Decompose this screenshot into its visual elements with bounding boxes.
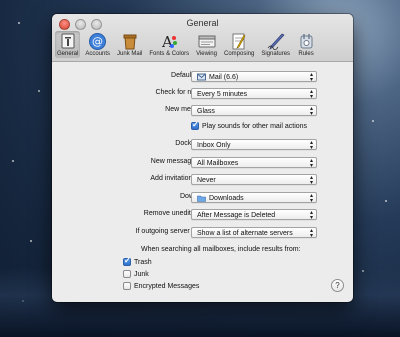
popup-arrows-icon: ▴ ▾	[309, 88, 313, 99]
general-icon	[59, 32, 77, 50]
search-include-heading: When searching all mailboxes, include re…	[141, 246, 301, 253]
add-invitations-popup[interactable]: Never ▴ ▾	[191, 174, 317, 185]
encrypted-check[interactable]	[123, 282, 131, 290]
new-message-notifications-row: New message notifications: All Mailboxes…	[52, 157, 353, 169]
tab-fonts-colors[interactable]: A Fonts & Colors	[147, 31, 191, 58]
search-trash-checkbox[interactable]: Trash	[123, 256, 152, 266]
check-new-messages-row: Check for new messages: Every 5 minutes …	[52, 88, 353, 100]
default-email-reader-popup[interactable]: Mail (6.6) ▴ ▾	[191, 71, 317, 82]
general-preferences-panel: Default email reader: Mail (6.6) ▴▾ Chec…	[52, 62, 353, 302]
popup-arrows-icon: ▴ ▾	[309, 209, 313, 220]
composing-icon	[230, 32, 248, 50]
play-sounds-checkbox[interactable]: Play sounds for other mail actions	[191, 120, 307, 130]
popup-arrows-icon: ▴ ▾	[309, 139, 313, 150]
title-bar: General General @ Accounts Junk Mail A F…	[52, 14, 353, 62]
outgoing-server-row: If outgoing server is unavailable: Show …	[52, 227, 353, 239]
dock-unread-count-popup[interactable]: Inbox Only ▴ ▾	[191, 139, 317, 150]
popup-arrows-icon: ▴ ▾	[309, 227, 313, 238]
tab-composing[interactable]: Composing	[222, 31, 256, 58]
popup-arrows-icon: ▴ ▾	[309, 105, 313, 116]
dock-unread-count-row: Dock unread count: Inbox Only ▴▾	[52, 139, 353, 151]
help-button[interactable]: ?	[331, 279, 344, 292]
add-invitations-row: Add invitations to Calendar: Never ▴▾	[52, 174, 353, 186]
mail-app-icon	[197, 73, 206, 81]
preferences-window: General General @ Accounts Junk Mail A F…	[52, 14, 353, 302]
tab-accounts[interactable]: @ Accounts	[83, 31, 112, 58]
check-new-messages-popup[interactable]: Every 5 minutes ▴ ▾	[191, 88, 317, 99]
rules-icon	[297, 32, 315, 50]
window-title: General	[186, 18, 219, 28]
tab-signatures[interactable]: Signatures	[259, 31, 292, 58]
play-sounds-check[interactable]	[191, 120, 199, 130]
new-messages-sound-row: New messages sound: Glass ▴▾	[52, 105, 353, 117]
popup-arrows-icon: ▴ ▾	[309, 157, 313, 168]
downloads-folder-popup[interactable]: Downloads ▴ ▾	[191, 192, 317, 203]
accounts-icon: @	[89, 32, 107, 50]
new-message-notifications-popup[interactable]: All Mailboxes ▴ ▾	[191, 157, 317, 168]
junk-check[interactable]	[123, 270, 131, 278]
tab-viewing[interactable]: Viewing	[194, 31, 219, 58]
preferences-toolbar: General @ Accounts Junk Mail A Fonts & C…	[55, 31, 350, 58]
tab-general[interactable]: General	[55, 31, 81, 58]
tab-rules[interactable]: Rules	[295, 31, 317, 58]
popup-arrows-icon: ▴ ▾	[309, 192, 313, 203]
downloads-folder-row: Downloads folder: Downloads ▴▾	[52, 192, 353, 204]
remove-unedited-downloads-row: Remove unedited downloads: After Message…	[52, 209, 353, 221]
new-messages-sound-popup[interactable]: Glass ▴ ▾	[191, 105, 317, 116]
viewing-icon	[198, 32, 216, 50]
outgoing-server-popup[interactable]: Show a list of alternate servers ▴ ▾	[191, 227, 317, 238]
popup-arrows-icon: ▴ ▾	[309, 71, 313, 82]
popup-arrows-icon: ▴ ▾	[309, 174, 313, 185]
trash-check[interactable]	[123, 256, 131, 266]
folder-icon	[197, 195, 206, 202]
fonts-colors-icon: A	[160, 32, 178, 50]
default-email-reader-row: Default email reader: Mail (6.6) ▴▾	[52, 71, 353, 83]
junk-mail-icon	[121, 32, 139, 50]
svg-text:@: @	[92, 35, 103, 48]
remove-unedited-downloads-popup[interactable]: After Message is Deleted ▴ ▾	[191, 209, 317, 220]
tab-junk-mail[interactable]: Junk Mail	[115, 31, 144, 58]
search-junk-checkbox[interactable]: Junk	[123, 270, 149, 278]
search-encrypted-checkbox[interactable]: Encrypted Messages	[123, 282, 199, 290]
signatures-icon	[267, 32, 285, 50]
